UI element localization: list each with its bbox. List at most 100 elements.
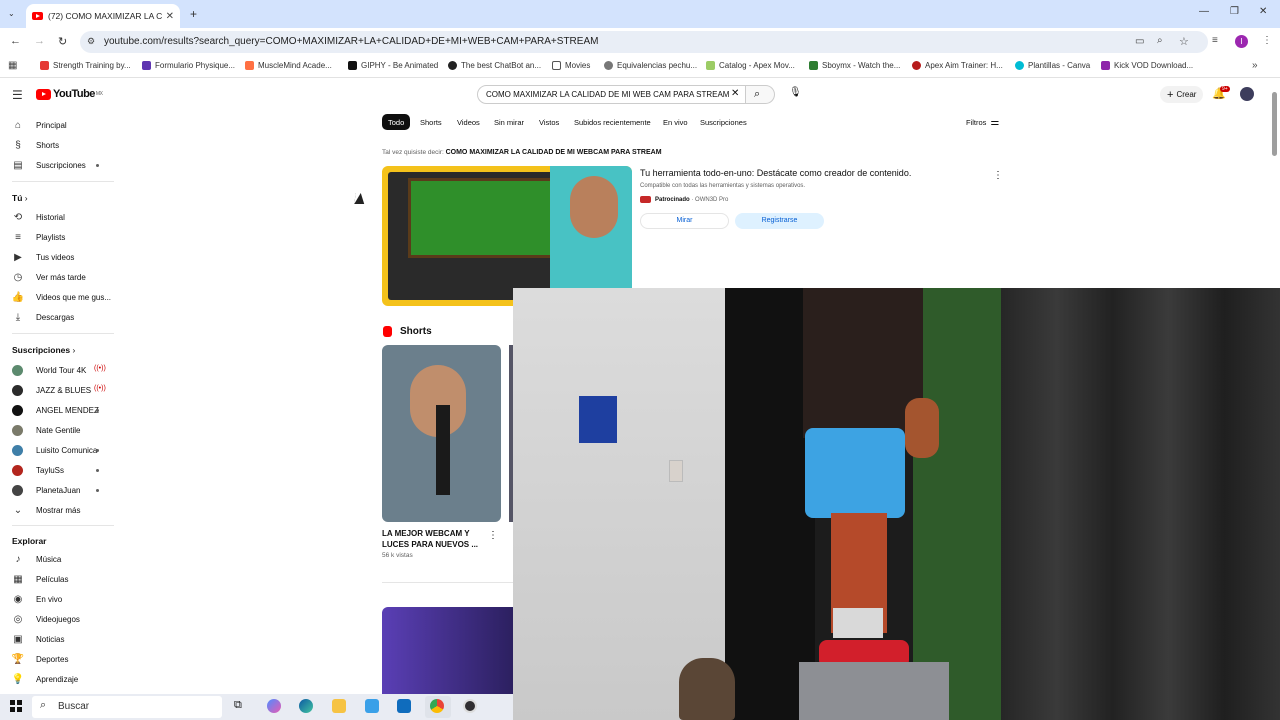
chip-live[interactable]: En vivo [657,114,694,130]
sidebar-item-watch-later[interactable]: ◷ Ver más tarde [12,269,86,285]
chip-unwatched[interactable]: Sin mirar [488,114,530,130]
bookmark-item[interactable]: Strength Training by... [40,61,131,70]
tab-search-icon[interactable]: ⌄ [8,9,15,18]
profile-avatar[interactable]: I [1235,35,1248,48]
install-icon[interactable]: ▭ [1135,36,1144,47]
video-thumbnail[interactable] [382,607,513,697]
bookmark-item[interactable]: Equivalencias pechu... [604,61,697,70]
chip-shorts[interactable]: Shorts [414,114,448,130]
subscriptions-section-header[interactable]: Suscripciones › [12,345,75,355]
sidebar-item-shorts[interactable]: § Shorts [12,137,59,153]
sidebar-item-subscriptions[interactable]: ▤ Suscripciones [12,157,86,173]
bookmark-item[interactable]: Plantillas - Canva [1015,61,1090,70]
sidebar-item-movies[interactable]: ▦ Películas [12,571,68,587]
voice-search-icon[interactable]: 🎙 [789,87,802,98]
chip-all[interactable]: Todo [382,114,411,130]
bookmark-item[interactable]: Catalog - Apex Mov... [706,61,795,70]
new-tab-icon[interactable]: + [190,7,197,21]
clear-search-icon[interactable]: ✕ [731,88,739,99]
bookmark-item[interactable]: GIPHY - Be Animated [348,61,438,70]
account-avatar[interactable] [1240,87,1254,101]
bookmark-folder[interactable]: Movies [552,61,590,70]
restore-icon[interactable]: ❐ [1230,6,1239,17]
reload-icon[interactable]: ↻ [58,35,67,48]
minimize-icon[interactable]: — [1199,6,1209,17]
more-bookmarks-icon[interactable]: » [1252,60,1258,71]
subscription-channel[interactable]: ANGEL MENDEZ [12,402,99,418]
suggestion-link[interactable]: COMO MAXIMIZAR LA CALIDAD DE MI WEBCAM P… [446,149,662,156]
ad-description: Compatible con todas las herramientas y … [640,183,806,189]
subscription-channel[interactable]: PlanetaJuan [12,482,80,498]
ad-title[interactable]: Tu herramienta todo-en-uno: Destácate co… [640,168,911,178]
chip-recent[interactable]: Subidos recientemente [568,114,657,130]
ad-watch-button[interactable]: Mirar [640,213,729,229]
bookmark-star-icon[interactable]: ☆ [1179,35,1189,48]
search-input[interactable]: COMO MAXIMIZAR LA CALIDAD DE MI WEB CAM … [477,85,746,104]
taskbar-search-input[interactable]: Buscar [32,696,222,718]
subscription-channel[interactable]: TayluSs [12,462,64,478]
forward-icon[interactable]: → [34,35,45,47]
obs-icon[interactable] [463,699,477,713]
close-window-icon[interactable]: ✕ [1259,6,1267,17]
chip-watched[interactable]: Vistos [533,114,565,130]
task-view-icon[interactable]: ⧉ [234,699,242,712]
outlook-icon[interactable] [397,699,411,713]
film-icon: ▦ [13,573,23,585]
you-section-header[interactable]: Tú › [12,193,28,203]
bookmark-item[interactable]: Apex Aim Trainer: H... [912,61,1003,70]
search-button[interactable]: ⌕ [746,85,775,104]
sidebar-item-gaming[interactable]: ◎ Videojuegos [12,611,80,627]
short-more-icon[interactable]: ⋮ [488,530,498,541]
file-explorer-icon[interactable] [332,699,346,713]
ad-register-button[interactable]: Registrarse [735,213,824,229]
sidebar-item-playlists[interactable]: ≡ Playlists [12,229,65,245]
create-button[interactable]: + Crear [1160,86,1204,103]
divider [12,181,114,182]
sidebar-item-music[interactable]: ♪ Música [12,551,62,567]
menu-icon[interactable]: ⋮ [1262,35,1272,46]
bookmark-item[interactable]: Formulario Physique... [142,61,235,70]
chip-subscriptions[interactable]: Suscripciones [694,114,753,130]
youtube-logo[interactable]: YouTube MX [36,88,103,100]
show-more-button[interactable]: ⌄ Mostrar más [12,502,81,518]
sidebar-item-live[interactable]: ◉ En vivo [12,591,63,607]
tab-close-icon[interactable]: ✕ [166,11,174,22]
sidebar-item-learning[interactable]: 💡 Aprendizaje [12,671,78,687]
subscription-channel[interactable]: World Tour 4K [12,362,86,378]
sidebar-item-sports[interactable]: 🏆 Deportes [11,651,69,667]
extensions-icon[interactable]: ≡ [1212,35,1218,46]
short-thumbnail[interactable] [382,345,501,522]
guide-menu-icon[interactable]: ☰ [12,88,23,102]
short-title[interactable]: LA MEJOR WEBCAM Y LUCES PARA NUEVOS ... [382,528,478,550]
chip-videos[interactable]: Videos [451,114,486,130]
scrollbar-thumb[interactable] [1272,92,1277,156]
sidebar-item-history[interactable]: ⟲ Historial [12,209,65,225]
copilot-icon[interactable] [267,699,281,713]
ad-more-icon[interactable]: ⋮ [993,170,1003,181]
sidebar-item-news[interactable]: ▣ Noticias [12,631,64,647]
subscription-channel[interactable]: Luisito Comunica [12,442,97,458]
edge-icon[interactable] [299,699,313,713]
filters-button[interactable]: Filtros ⚌ [966,117,999,128]
sidebar-item-principal[interactable]: ⌂ Principal [12,117,67,133]
back-icon[interactable]: ← [10,35,21,47]
your-videos-icon: ▶ [14,251,22,263]
bookmark-item[interactable]: Sboymx - Watch the... [809,61,900,70]
zoom-icon[interactable]: ⌕ [1157,35,1163,46]
chrome-icon[interactable] [430,699,444,713]
bookmark-item[interactable]: Kick VOD Download... [1101,61,1193,70]
sidebar-item-liked-videos[interactable]: 👍 Videos que me gus... [12,289,111,305]
trophy-icon: 🏆 [11,653,25,665]
bookmark-item[interactable]: The best ChatBot an... [448,61,541,70]
site-info-icon[interactable]: ⚙ [87,36,95,47]
sidebar-item-downloads[interactable]: ⤓ Descargas [12,309,74,325]
subscription-channel[interactable]: JAZZ & BLUES [12,382,91,398]
ad-thumbnail[interactable] [382,166,632,306]
bookmark-item[interactable]: MuscleMind Acade... [245,61,332,70]
windows-start-icon[interactable] [10,700,22,712]
apps-icon[interactable]: ▦ [8,60,17,71]
sidebar-item-your-videos[interactable]: ▶ Tus videos [12,249,74,265]
browser-tab[interactable]: (72) COMO MAXIMIZAR LA CAL ✕ [26,4,180,28]
subscription-channel[interactable]: Nate Gentile [12,422,80,438]
store-icon[interactable] [365,699,379,713]
